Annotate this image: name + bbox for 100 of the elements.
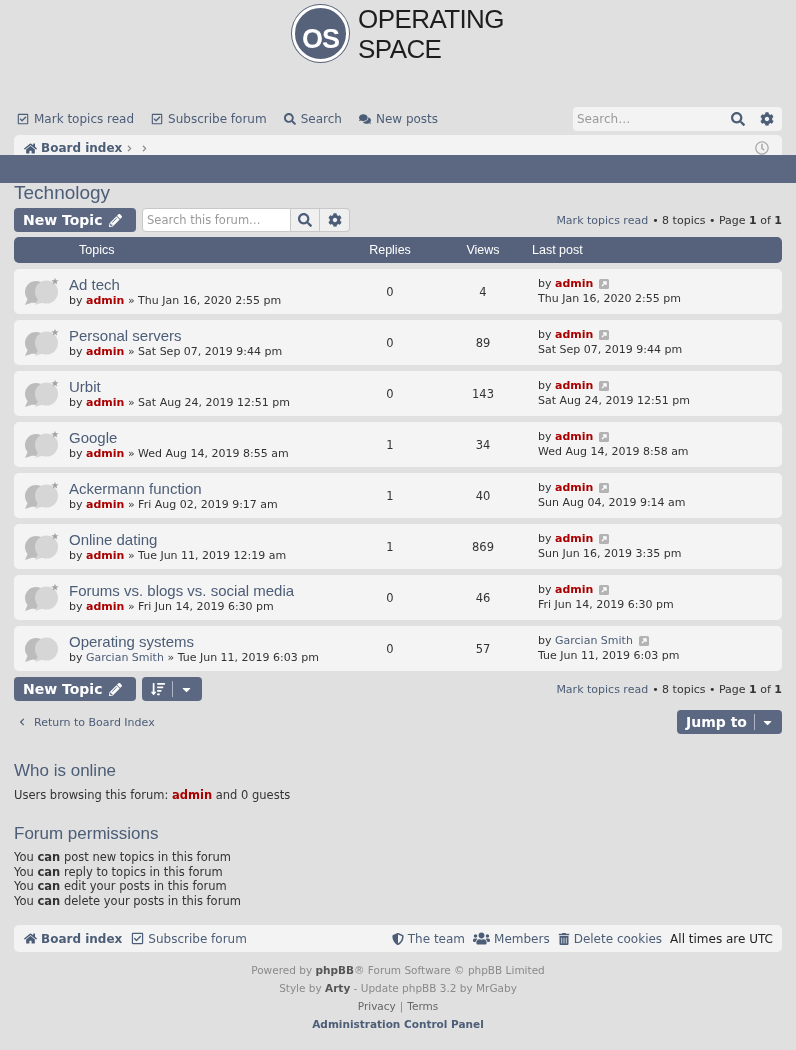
last-post-date: Thu Jan 16, 2020 2:55 pm	[538, 291, 681, 306]
last-post-byline: by admin	[538, 328, 594, 342]
pencil-icon	[109, 682, 123, 696]
author-link[interactable]: admin	[86, 344, 125, 358]
column-header: Topics	[78, 243, 116, 257]
author-link[interactable]: admin	[555, 481, 594, 494]
topic-byline: by admin » Tue Jun 11, 2019 12:19 am	[69, 548, 287, 563]
policy-link[interactable]: Terms	[407, 997, 439, 1015]
section-title: Who is online	[14, 761, 118, 781]
author-link[interactable]: admin	[555, 328, 594, 341]
author-link[interactable]: admin	[86, 446, 125, 460]
jump-to-button[interactable]: Jump to	[677, 710, 782, 734]
views-count: 46	[474, 590, 492, 605]
arrow-square-icon[interactable]	[638, 636, 649, 646]
topic-title[interactable]: Ad tech	[69, 275, 120, 294]
sort-button[interactable]	[142, 677, 202, 701]
policy-link[interactable]: Privacy	[357, 997, 396, 1015]
footer-link[interactable]: Board index	[24, 931, 123, 946]
topic-byline: by admin » Sat Aug 24, 2019 12:51 pm	[69, 395, 290, 410]
pagination-text: • 8 topics • Page 1 of 1	[652, 682, 782, 696]
new-topic-button[interactable]: New Topic	[14, 677, 136, 701]
credit-link[interactable]: Arty	[325, 979, 351, 997]
last-post-byline: by admin	[538, 532, 594, 546]
author-link[interactable]: Garcian Smith	[555, 634, 633, 647]
author-link[interactable]: admin	[86, 599, 125, 613]
last-post-date: Sat Sep 07, 2019 9:44 pm	[538, 342, 683, 357]
topic-title[interactable]: Operating systems	[69, 632, 195, 651]
sort-icon	[151, 682, 165, 696]
author-link[interactable]: admin	[86, 548, 125, 562]
forum-search-field[interactable]: Search this forum…	[142, 208, 291, 232]
author-link[interactable]: admin	[86, 293, 125, 307]
mark-read-link[interactable]: Mark topics read	[556, 682, 649, 696]
pagination-text: • 8 topics • Page 1 of 1	[652, 213, 782, 227]
topic-row[interactable]: Operating systems by Garcian Smith » Tue Jun 11, 2019 6:03 pm 0 57 by Garcian Smith Tue Jun 11, 2019 6:03 pm	[14, 626, 782, 671]
arrow-square-icon[interactable]	[599, 585, 610, 595]
nav-link[interactable]: Subscribe forum	[151, 112, 267, 126]
topic-row[interactable]: Ackermann function by admin » Fri Aug 02, 2019 9:17 am 1 40 by admin Sun Aug 04, 2019 9:14 am	[14, 473, 782, 518]
author-link[interactable]: admin	[555, 583, 594, 596]
replies-count: 0	[385, 641, 395, 656]
views-count: 869	[471, 539, 495, 554]
topic-row[interactable]: Google by admin » Wed Aug 14, 2019 8:55 am 1 34 by admin Wed Aug 14, 2019 8:58 am	[14, 422, 782, 467]
nav-link[interactable]: Mark topics read	[17, 112, 135, 126]
author-link[interactable]: Garcian Smith	[86, 650, 164, 664]
arrow-square-icon[interactable]	[599, 432, 610, 442]
search-button[interactable]	[291, 208, 320, 232]
credit-link[interactable]: phpBB	[315, 961, 354, 979]
search-field[interactable]: Search…	[573, 107, 725, 131]
last-post-byline: by admin	[538, 583, 594, 597]
footer-link[interactable]: Subscribe forum	[131, 931, 247, 946]
arrow-square-icon[interactable]	[599, 330, 610, 340]
author-link[interactable]: admin	[86, 497, 125, 511]
author-link[interactable]: admin	[555, 430, 594, 443]
footer-link[interactable]: The team	[391, 931, 466, 946]
return-link[interactable]: Return to Board Index	[14, 715, 155, 729]
author-link[interactable]: admin	[86, 395, 125, 409]
author-link[interactable]: admin	[172, 788, 213, 802]
nav-link[interactable]: New posts	[358, 112, 439, 126]
logo-mark[interactable]: OS	[292, 5, 350, 62]
chevron-right-icon	[141, 144, 149, 152]
topic-title[interactable]: Ackermann function	[69, 479, 202, 498]
topic-title[interactable]: Personal servers	[69, 326, 182, 345]
footer-link[interactable]: Members	[473, 930, 550, 947]
topic-row[interactable]: Ad tech by admin » Thu Jan 16, 2020 2:55 pm 0 4 by admin Thu Jan 16, 2020 2:55 pm	[14, 269, 782, 314]
replies-count: 1	[385, 437, 395, 452]
users-icon	[473, 930, 491, 947]
topic-title[interactable]: Forums vs. blogs vs. social media	[69, 581, 295, 600]
search-icon	[298, 213, 312, 227]
topic-row[interactable]: Personal servers by admin » Sat Sep 07, 2019 9:44 pm 0 89 by admin Sat Sep 07, 2019 9:44 pm	[14, 320, 782, 365]
breadcrumb-link[interactable]: Board index	[24, 141, 123, 155]
author-link[interactable]: admin	[555, 532, 594, 545]
topic-title[interactable]: Urbit	[69, 377, 101, 396]
settings-icon	[327, 213, 342, 227]
settings-button[interactable]	[320, 208, 350, 232]
arrow-square-icon[interactable]	[599, 534, 610, 544]
permission-line: You can edit your posts in this forum	[14, 879, 228, 894]
column-header: Replies	[368, 243, 412, 257]
mark-read-link[interactable]: Mark topics read	[556, 213, 649, 227]
topic-title[interactable]: Google	[69, 428, 118, 447]
permission-line: You can post new topics in this forum	[14, 850, 232, 865]
author-link[interactable]: admin	[555, 379, 594, 392]
author-link[interactable]: admin	[555, 277, 594, 290]
arrow-square-icon[interactable]	[599, 279, 610, 289]
topic-row[interactable]: Online dating by admin » Tue Jun 11, 2019 12:19 am 1 869 by admin Sun Jun 16, 2019 3:35 pm	[14, 524, 782, 569]
topic-row[interactable]: Forums vs. blogs vs. social media by admin » Fri Jun 14, 2019 6:30 pm 0 46 by admin Fri Jun 14, 2019 6:30 pm	[14, 575, 782, 620]
settings-button[interactable]	[751, 107, 782, 131]
search-icon	[283, 113, 296, 125]
arrow-square-icon[interactable]	[599, 483, 610, 493]
topic-byline: by Garcian Smith » Tue Jun 11, 2019 6:03 pm	[69, 650, 319, 665]
topic-byline: by admin » Thu Jan 16, 2020 2:55 pm	[69, 293, 282, 308]
footer-link[interactable]: Delete cookies	[557, 931, 663, 946]
new-topic-button[interactable]: New Topic	[14, 208, 136, 232]
section-title: Forum permissions	[14, 824, 160, 844]
last-post-date: Sat Aug 24, 2019 12:51 pm	[538, 393, 690, 408]
last-post-date: Wed Aug 14, 2019 8:58 am	[538, 444, 689, 459]
arrow-square-icon[interactable]	[599, 381, 610, 391]
home-icon	[24, 932, 37, 945]
admin-panel-link[interactable]: Administration Control Panel	[312, 1015, 484, 1033]
topic-title[interactable]: Online dating	[69, 530, 158, 549]
topic-row[interactable]: Urbit by admin » Sat Aug 24, 2019 12:51 pm 0 143 by admin Sat Aug 24, 2019 12:51 pm	[14, 371, 782, 416]
nav-link[interactable]: Search	[283, 112, 342, 126]
